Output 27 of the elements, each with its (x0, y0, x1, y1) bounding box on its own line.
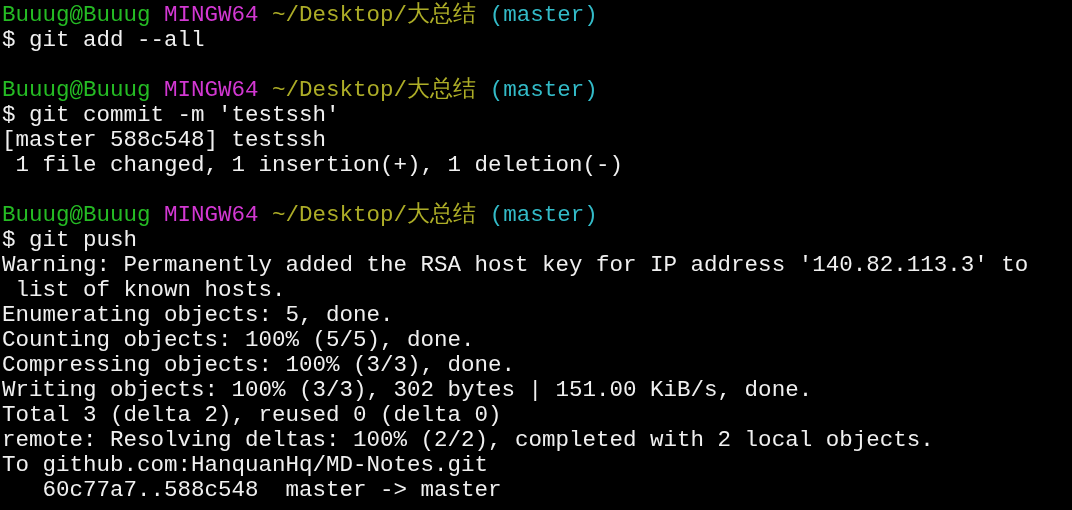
terminal-line: 60c77a7..588c548 master -> master (41, 477, 502, 503)
user-host: Buuug@Buuug (2, 202, 151, 228)
terminal-line: list of known hosts. (14, 277, 286, 303)
terminal-line: To github.com:HanquanHq/MD-Notes.git (2, 452, 489, 478)
branch-name: (master) (489, 202, 598, 228)
working-path: ~/Desktop/大总结 (272, 2, 477, 28)
system-name: MINGW64 (164, 77, 259, 103)
terminal-line: $ git add --all (2, 27, 205, 53)
branch-name: (master) (489, 77, 598, 103)
terminal-line: Warning: Permanently added the RSA host key for IP address '140.82.113.3' to (2, 252, 1029, 278)
terminal-line: $ git commit -m 'testssh' (2, 102, 340, 128)
terminal-line: Enumerating objects: 5, done. (2, 302, 394, 328)
terminal-line: Writing objects: 100% (3/3), 302 bytes | 151.00 KiB/s, done. (2, 377, 813, 403)
branch-name: (master) (489, 2, 598, 28)
terminal-line: remote: Resolving deltas: 100% (2/2), completed with 2 local objects. (2, 427, 934, 453)
user-host: Buuug@Buuug (2, 2, 151, 28)
working-path: ~/Desktop/大总结 (272, 77, 477, 103)
terminal-line: Compressing objects: 100% (3/3), done. (2, 352, 516, 378)
user-host: Buuug@Buuug (2, 77, 151, 103)
terminal-line: Total 3 (delta 2), reused 0 (delta 0) (2, 402, 502, 428)
terminal-line: $ git push (2, 227, 138, 253)
terminal-line: Counting objects: 100% (5/5), done. (2, 327, 475, 353)
working-path: ~/Desktop/大总结 (272, 202, 477, 228)
system-name: MINGW64 (164, 202, 259, 228)
terminal-line: [master 588c548] testssh (2, 127, 327, 153)
terminal-line: 1 file changed, 1 insertion(+), 1 deletion(-) (14, 152, 624, 178)
system-name: MINGW64 (164, 2, 259, 28)
